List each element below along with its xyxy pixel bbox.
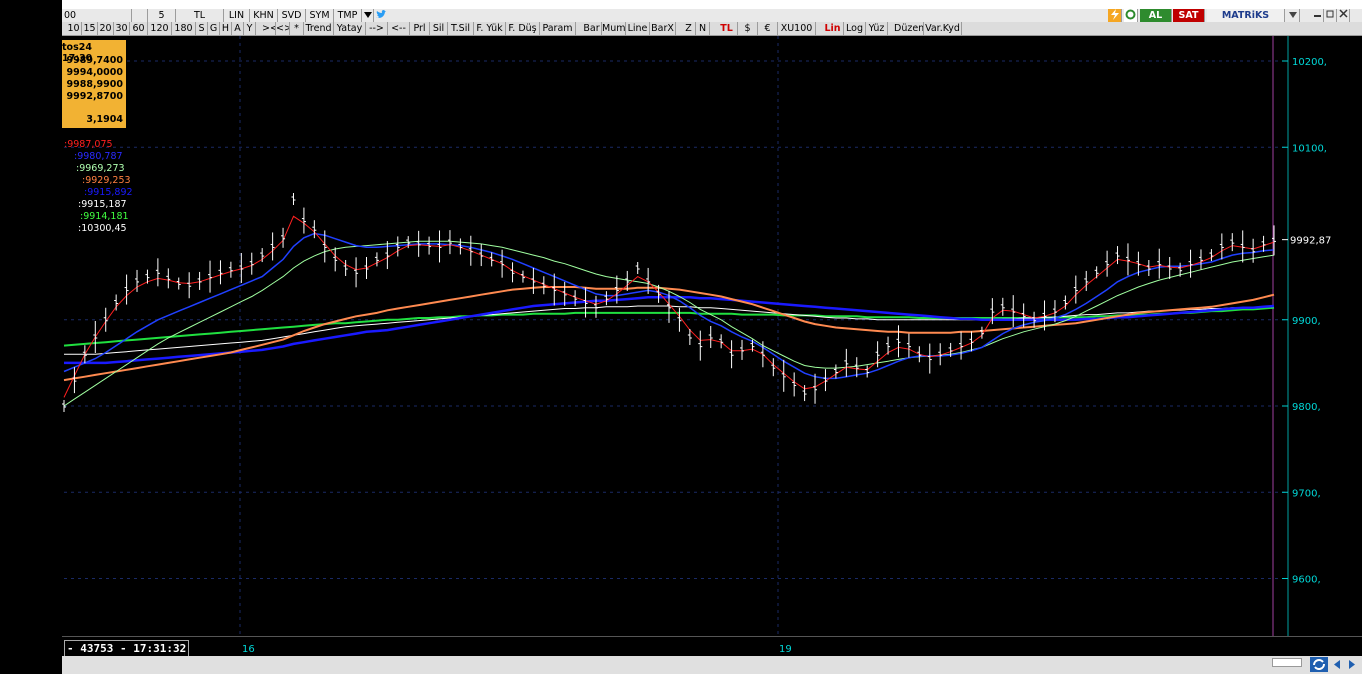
tool-button[interactable]: Lin [822, 22, 844, 35]
period-button[interactable]: 120 [148, 22, 172, 35]
tool-button[interactable]: <-- [388, 22, 410, 35]
scroll-thumb[interactable] [1272, 658, 1302, 667]
last-price-label: 9992,87 [1290, 236, 1331, 247]
tool-button[interactable]: Yatay [334, 22, 366, 35]
sell-button[interactable]: SAT [1173, 9, 1205, 22]
sync-icon[interactable] [1310, 657, 1328, 672]
indicator-value: :9987,075 [64, 139, 113, 150]
period-button[interactable]: G [208, 22, 220, 35]
y-tick-label: 9600, [1292, 575, 1321, 586]
tool-button[interactable]: N [696, 22, 710, 35]
tool-button[interactable]: XU100 [778, 22, 816, 35]
y-tick-label: 10200, [1292, 57, 1327, 68]
tool-button[interactable]: Log [844, 22, 866, 35]
tool-button[interactable]: Line [626, 22, 650, 35]
indicator-value: :9914,181 [80, 211, 129, 222]
symbol-field[interactable]: 00 [62, 9, 132, 22]
lin-button[interactable]: LIN [224, 9, 250, 22]
brand-logo: MATRiKS [1207, 9, 1285, 22]
chevron-down-icon[interactable] [1286, 9, 1300, 22]
toolbar-top: 00 5 TL LIN KHN SVD SYM TMP AL SAT MATRi… [62, 9, 1362, 23]
tool-button[interactable]: F. Düş [506, 22, 540, 35]
tool-button[interactable]: Düzen [894, 22, 924, 35]
currency-select[interactable]: TL [176, 9, 224, 22]
ma_lightgreen-line [63, 240, 1275, 407]
buy-button[interactable]: AL [1140, 9, 1172, 22]
tool-button[interactable]: Param [540, 22, 576, 35]
indicator-value: :9969,273 [76, 163, 125, 174]
tool-button[interactable]: * [290, 22, 304, 35]
ohlc-info-box: tos24 17:30 9989,7400 9994,0000 9988,990… [62, 40, 126, 128]
sym-button[interactable]: SYM [306, 9, 334, 22]
khn-button[interactable]: KHN [250, 9, 278, 22]
tool-button[interactable]: € [758, 22, 778, 35]
minimize-icon[interactable] [1312, 9, 1324, 22]
scroll-right-icon[interactable] [1345, 657, 1359, 672]
indicator-value: :9915,892 [84, 187, 133, 198]
lightning-icon[interactable] [1108, 9, 1122, 22]
y-tick-label: 9900, [1292, 316, 1321, 327]
tool-button[interactable]: $ [738, 22, 758, 35]
info-close: 9992,8700 [66, 91, 124, 102]
tool-button[interactable]: Z [682, 22, 696, 35]
info-change: 3,1904 [86, 114, 123, 125]
window-top-strip [62, 0, 1362, 9]
restore-icon[interactable] [1325, 9, 1337, 22]
y-tick-label: 9700, [1292, 488, 1321, 499]
tool-button[interactable]: Sil [430, 22, 448, 35]
tool-button[interactable]: T.Sil [448, 22, 474, 35]
price-chart[interactable]: 10200, 10100, 9900, 9800, 9700, 9600, 9992,87 [62, 36, 1362, 636]
tool-button[interactable]: --> [366, 22, 388, 35]
period-button[interactable]: A [232, 22, 244, 35]
svd-button[interactable]: SVD [278, 9, 306, 22]
info-open: 9989,7400 [66, 55, 124, 66]
close-icon[interactable] [1338, 9, 1350, 22]
chart-window: 00 5 TL LIN KHN SVD SYM TMP AL SAT MATRi… [62, 0, 1362, 674]
period-button[interactable]: 10 [66, 22, 82, 35]
tool-button[interactable]: Yüz [866, 22, 888, 35]
x-axis-label: 19 [779, 644, 792, 655]
period-button[interactable]: 20 [98, 22, 114, 35]
period-select[interactable]: 5 [148, 9, 176, 22]
twitter-icon[interactable] [374, 9, 388, 22]
indicator-value: :10300,45 [78, 223, 127, 234]
period-button[interactable]: 15 [82, 22, 98, 35]
tool-button[interactable]: <> [276, 22, 290, 35]
period-button[interactable]: 30 [114, 22, 130, 35]
chevron-down-icon[interactable] [362, 9, 374, 22]
period-button[interactable]: 60 [130, 22, 148, 35]
y-tick-label: 10100, [1292, 143, 1327, 154]
y-tick-label: 9800, [1292, 402, 1321, 413]
tool-button[interactable]: Prl [410, 22, 430, 35]
tool-button[interactable]: Trend [304, 22, 334, 35]
info-high: 9994,0000 [66, 67, 124, 78]
tmp-button[interactable]: TMP [334, 9, 362, 22]
tool-button[interactable]: F. Yük [474, 22, 506, 35]
info-low: 9988,9900 [66, 79, 124, 90]
tool-button[interactable]: Mum [602, 22, 626, 35]
scrollbar-footer[interactable] [62, 656, 1362, 674]
tool-button[interactable]: >< [262, 22, 276, 35]
tool-button[interactable]: Bar [582, 22, 602, 35]
period-button[interactable]: Y [244, 22, 256, 35]
period-button[interactable]: H [220, 22, 232, 35]
period-button[interactable]: S [196, 22, 208, 35]
refresh-icon[interactable] [1124, 9, 1138, 22]
x-axis-label: 16 [242, 644, 255, 655]
indicator-value: :9980,787 [74, 151, 123, 162]
tool-button[interactable]: TL [716, 22, 738, 35]
indicator-value: :9915,187 [78, 199, 127, 210]
toolbar-bottom: 1015203060120180SGHAY ><<>*TrendYatay--><… [62, 22, 1362, 36]
period-button[interactable]: 180 [172, 22, 196, 35]
dropdown-arrow[interactable] [132, 9, 148, 22]
chart-svg: 10200, 10100, 9900, 9800, 9700, 9600, 9992,87 [62, 36, 1331, 636]
tool-button[interactable]: BarX [650, 22, 676, 35]
scroll-left-icon[interactable] [1330, 657, 1344, 672]
indicator-value: :9929,253 [82, 175, 131, 186]
tool-button[interactable]: Var.Kyd [924, 22, 962, 35]
